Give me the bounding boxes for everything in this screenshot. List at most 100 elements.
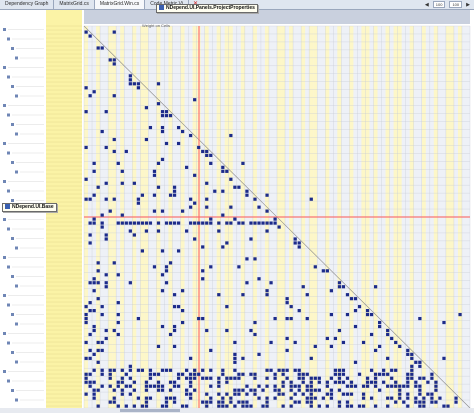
dependency-cell [160,324,165,329]
zoom-min-field[interactable]: 100 [432,1,446,8]
dependency-cell [418,316,422,321]
dependency-cell [265,400,269,404]
dependency-cell [164,396,169,400]
dependency-cell [104,281,108,285]
zoom-max-field[interactable]: 100 [449,1,463,8]
dependency-cell [96,297,100,301]
dependency-cell [225,241,229,245]
dependency-cell [217,404,221,408]
dependency-cell [225,221,229,225]
dependency-cell [213,189,217,193]
dependency-cell [285,316,289,321]
dependency-cell [160,368,165,372]
dependency-cell [257,205,261,209]
dependency-cell [414,360,418,364]
tab-matrixgrid[interactable]: MatrixGrid.cs [54,0,95,9]
dependency-cell [100,384,104,388]
dependency-cell [189,205,193,209]
tab-matrixgrid-win[interactable]: MatrixGrid.Win.cs [94,0,146,9]
dependency-cell [325,404,329,408]
tab-dependency-graph[interactable]: Dependency Graph [0,0,55,9]
dependency-cell [253,332,257,337]
dependency-cell [112,58,116,62]
dependency-cell [160,114,165,118]
dependency-cell [285,348,289,352]
tree-node-icon [7,189,10,193]
tree-node-icon [3,180,6,183]
scrollbar-thumb [120,409,180,412]
tree-node-icon [11,313,14,316]
dependency-cell [193,237,197,241]
dependency-cell [128,376,132,380]
dependency-cell [349,392,354,396]
tree-node-icon [7,151,10,155]
dependency-cell [418,376,422,380]
zoom-out-icon[interactable]: ◀ [425,2,429,8]
dependency-cell [225,376,229,380]
dependency-cell [225,169,229,173]
dependency-cell [285,368,289,372]
dependency-cell [128,368,132,372]
dependency-cell [221,213,225,217]
dependency-cell [168,396,173,400]
dependency-cell [341,380,346,384]
dependency-cell [394,368,398,372]
dependency-cell [353,360,358,364]
dependency-cell [84,177,88,181]
dependency-cell [442,356,446,360]
dependency-cell [365,313,370,317]
dependency-cell [136,221,140,225]
dependency-cell [185,388,189,392]
dependency-cell [185,392,189,396]
dependency-cell [277,368,281,372]
dependency-cell [132,404,136,408]
dependency-cell [406,396,410,400]
dependency-cell [345,384,350,388]
zoom-in-icon[interactable]: ▶ [466,2,470,8]
dependency-cell [357,305,362,309]
dependency-cell [341,392,346,396]
dependency-cell [160,209,165,213]
dependency-cell [205,153,209,158]
dependency-cell [172,396,177,400]
dependency-cell [176,372,181,376]
dependency-cell [249,404,253,408]
dependency-cell [341,285,346,289]
dependency-cell [289,388,293,392]
dependency-cell [160,404,165,408]
dependency-cell [269,281,273,285]
dependency-cell [217,392,221,396]
dependency-cell [398,392,402,396]
dependency-cell [410,364,414,368]
dependency-cell [96,261,100,265]
tree-node-icon [15,246,18,250]
dependency-cell [394,380,398,384]
dependency-cell [309,396,313,400]
dependency-cell [112,261,116,265]
dependency-cell [116,273,120,277]
dependency-cell [442,320,446,325]
dependency-cell [104,273,108,277]
dependency-cell [349,404,354,408]
dependency-cell [128,221,132,225]
dependency-cell [241,388,245,392]
dependency-cell [189,380,193,384]
dependency-cell [249,328,253,333]
tree-node-icon [3,28,6,31]
dependency-cell [225,380,229,384]
dependency-cell [209,161,213,165]
dependency-cell [205,197,209,201]
dependency-cell [209,368,213,372]
dependency-cell [229,221,233,225]
dependency-cell [92,281,96,285]
dependency-cell [185,368,189,372]
dependency-cell [176,221,181,225]
dependency-cell [104,336,108,341]
dependency-cell [257,396,261,400]
dependency-cell [168,221,173,225]
dependency-cell [237,376,241,380]
dependency-cell [233,368,237,372]
dependency-cell [289,305,293,309]
dependency-matrix[interactable] [0,10,474,413]
dependency-cell [233,185,237,189]
